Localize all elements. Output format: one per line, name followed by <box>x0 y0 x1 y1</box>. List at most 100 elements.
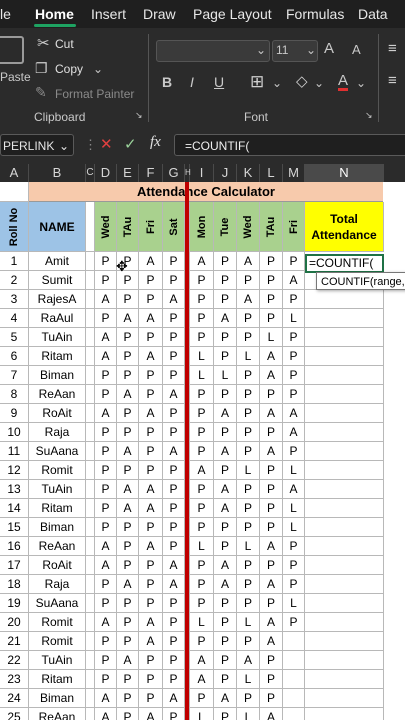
spacer-cell[interactable] <box>86 271 95 290</box>
attendance-cell[interactable]: L <box>283 461 305 480</box>
total-cell[interactable] <box>305 632 384 651</box>
tab-data[interactable]: Data <box>358 6 388 22</box>
attendance-cell[interactable]: P <box>163 708 185 720</box>
attendance-cell[interactable]: P <box>190 575 214 594</box>
attendance-cell[interactable]: P <box>163 252 185 271</box>
total-cell[interactable] <box>305 651 384 670</box>
attendance-cell[interactable]: A <box>190 670 214 689</box>
attendance-cell[interactable]: P <box>139 461 163 480</box>
attendance-cell[interactable]: P <box>214 290 237 309</box>
attendance-cell[interactable]: A <box>260 442 283 461</box>
attendance-cell[interactable]: A <box>237 290 260 309</box>
attendance-cell[interactable]: A <box>190 461 214 480</box>
paste-icon[interactable] <box>0 36 24 64</box>
attendance-cell[interactable]: P <box>190 689 214 708</box>
total-cell[interactable] <box>305 309 384 328</box>
attendance-cell[interactable] <box>283 670 305 689</box>
attendance-cell[interactable]: P <box>95 423 117 442</box>
attendance-cell[interactable]: A <box>95 404 117 423</box>
fill-color-dropdown-icon[interactable]: ⌄ <box>314 76 324 90</box>
spacer-cell[interactable] <box>86 651 95 670</box>
tab-insert[interactable]: Insert <box>91 6 126 22</box>
name-cell[interactable]: Ritam <box>29 499 86 518</box>
attendance-cell[interactable]: A <box>139 537 163 556</box>
column-header-b[interactable]: B <box>29 164 86 182</box>
attendance-cell[interactable]: P <box>237 594 260 613</box>
attendance-cell[interactable]: A <box>163 575 185 594</box>
attendance-cell[interactable]: P <box>95 499 117 518</box>
header-total-attendance[interactable]: Total Attendance <box>305 202 384 252</box>
attendance-cell[interactable]: P <box>95 252 117 271</box>
attendance-cell[interactable]: P <box>214 385 237 404</box>
column-header-k[interactable]: K <box>237 164 260 182</box>
attendance-cell[interactable]: P <box>117 556 139 575</box>
attendance-cell[interactable]: P <box>260 309 283 328</box>
shrink-font-button[interactable]: A <box>352 42 361 57</box>
header-day[interactable]: TAu <box>260 202 283 252</box>
attendance-cell[interactable]: A <box>214 309 237 328</box>
attendance-cell[interactable]: P <box>283 290 305 309</box>
total-cell[interactable] <box>305 613 384 632</box>
row-header[interactable]: 10 <box>0 423 29 442</box>
attendance-cell[interactable]: A <box>214 404 237 423</box>
attendance-cell[interactable]: P <box>117 423 139 442</box>
attendance-cell[interactable]: P <box>237 689 260 708</box>
attendance-cell[interactable]: P <box>214 518 237 537</box>
column-header-e[interactable]: E <box>117 164 139 182</box>
copy-dropdown-icon[interactable]: ⌄ <box>93 62 103 76</box>
header-day[interactable]: Sat <box>163 202 185 252</box>
name-cell[interactable]: RoAit <box>29 556 86 575</box>
attendance-cell[interactable]: P <box>139 271 163 290</box>
attendance-cell[interactable]: A <box>95 689 117 708</box>
spacer-cell[interactable] <box>86 461 95 480</box>
attendance-cell[interactable]: P <box>190 271 214 290</box>
column-header-i[interactable]: I <box>190 164 214 182</box>
tab-page-layout[interactable]: Page Layout <box>193 6 272 22</box>
attendance-cell[interactable]: P <box>214 271 237 290</box>
attendance-cell[interactable]: P <box>260 423 283 442</box>
tab-home[interactable]: Home <box>35 6 74 22</box>
attendance-cell[interactable]: P <box>237 556 260 575</box>
attendance-cell[interactable]: A <box>260 366 283 385</box>
row-header[interactable] <box>0 182 29 202</box>
underline-icon[interactable]: U <box>214 74 224 90</box>
spacer-cell[interactable] <box>86 689 95 708</box>
attendance-cell[interactable]: P <box>214 537 237 556</box>
row-header[interactable]: 3 <box>0 290 29 309</box>
spacer-cell[interactable] <box>86 328 95 347</box>
attendance-cell[interactable]: P <box>190 518 214 537</box>
attendance-cell[interactable] <box>283 632 305 651</box>
format-painter-button[interactable]: Format Painter <box>55 87 134 101</box>
attendance-cell[interactable]: A <box>163 442 185 461</box>
attendance-cell[interactable]: P <box>95 632 117 651</box>
tab-formulas[interactable]: Formulas <box>286 6 344 22</box>
spacer-cell[interactable] <box>86 575 95 594</box>
row-header[interactable]: 15 <box>0 518 29 537</box>
row-header[interactable]: 9 <box>0 404 29 423</box>
name-cell[interactable]: Romit <box>29 632 86 651</box>
attendance-cell[interactable]: A <box>117 480 139 499</box>
name-cell[interactable]: Ritam <box>29 347 86 366</box>
spacer-cell[interactable] <box>86 366 95 385</box>
attendance-cell[interactable]: A <box>190 651 214 670</box>
row-header[interactable]: 12 <box>0 461 29 480</box>
bold-icon[interactable]: B <box>162 74 172 90</box>
attendance-cell[interactable]: P <box>283 537 305 556</box>
attendance-cell[interactable]: A <box>139 708 163 720</box>
row-header[interactable]: 6 <box>0 347 29 366</box>
attendance-cell[interactable]: P <box>214 670 237 689</box>
header-name[interactable]: NAME <box>29 202 86 252</box>
attendance-cell[interactable]: P <box>214 252 237 271</box>
attendance-cell[interactable]: P <box>260 385 283 404</box>
attendance-cell[interactable]: A <box>214 499 237 518</box>
row-header[interactable]: 5 <box>0 328 29 347</box>
name-cell[interactable]: Romit <box>29 613 86 632</box>
attendance-cell[interactable]: L <box>190 537 214 556</box>
spacer-cell[interactable] <box>86 708 95 720</box>
column-header-c[interactable]: C <box>86 164 95 182</box>
attendance-cell[interactable]: P <box>117 537 139 556</box>
attendance-cell[interactable]: P <box>139 594 163 613</box>
italic-icon[interactable]: I <box>190 74 194 90</box>
header-day[interactable]: Wed <box>95 202 117 252</box>
attendance-cell[interactable]: P <box>283 347 305 366</box>
